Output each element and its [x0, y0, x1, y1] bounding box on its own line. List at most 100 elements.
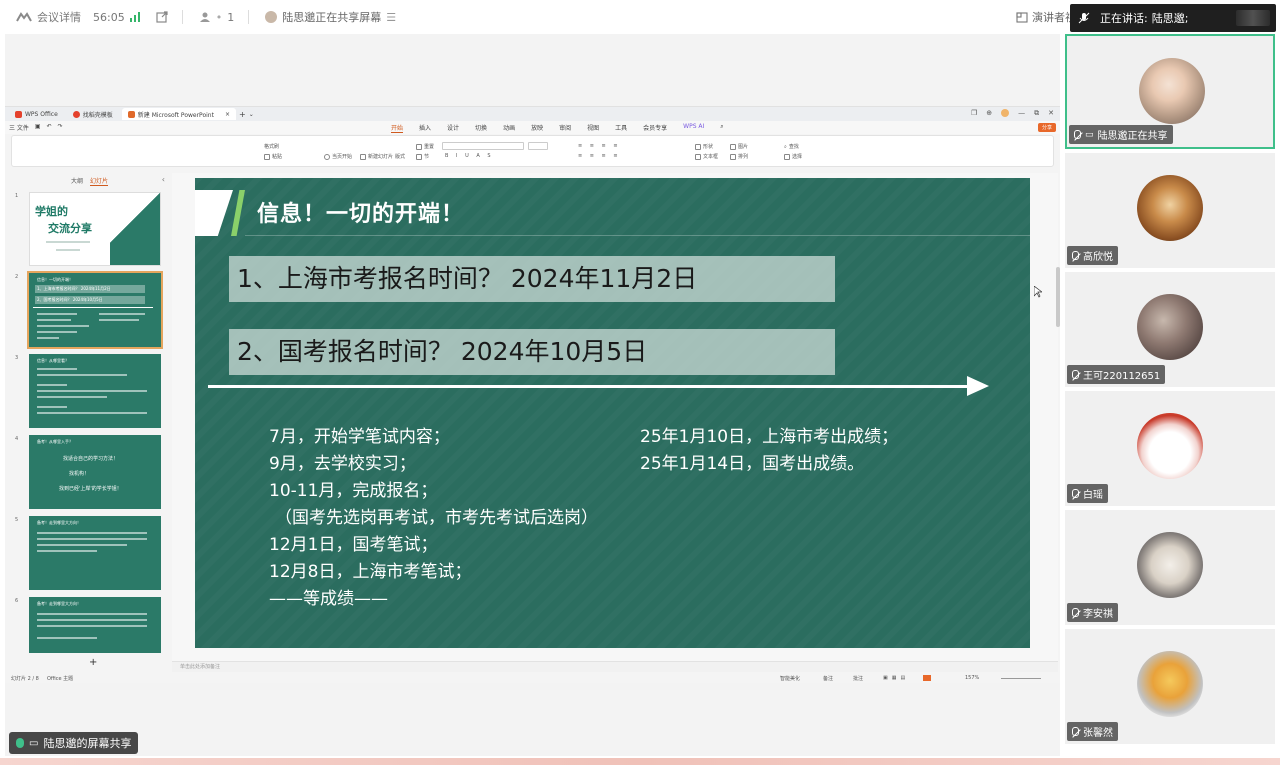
- docer-logo-icon: [72, 110, 80, 118]
- presenter-view-icon: [1016, 11, 1028, 23]
- menu-tab-wps-ai[interactable]: WPS AI: [683, 123, 704, 133]
- popout-button[interactable]: [156, 11, 168, 23]
- paste-button[interactable]: 粘贴: [264, 153, 282, 160]
- meeting-details-button[interactable]: 会议详情: [16, 9, 81, 25]
- reset-button[interactable]: 重置: [416, 143, 434, 150]
- cat-girl-avatar: [1139, 58, 1205, 124]
- add-slide-icon[interactable]: +: [89, 657, 97, 668]
- menu-tab-slideshow[interactable]: 放映: [531, 123, 543, 133]
- participant-card[interactable]: 李安祺: [1065, 510, 1275, 625]
- menu-tab-view[interactable]: 视图: [587, 123, 599, 133]
- tab-new-powerpoint[interactable]: 新建 Microsoft PowerPoint ×: [121, 108, 236, 120]
- menu-tab-insert[interactable]: 插入: [419, 123, 431, 133]
- window-restore-icon[interactable]: ❐: [971, 109, 977, 118]
- main-slide[interactable]: 信息！一切的开端！ 1、上海市考报名时间？ 2024年11月2日 2、国考报名时…: [195, 178, 1030, 648]
- participants-button[interactable]: • 1: [199, 11, 234, 24]
- avatar-icon[interactable]: [1001, 109, 1010, 117]
- close-icon[interactable]: ✕: [1048, 109, 1054, 118]
- tab-wps-office[interactable]: WPS Office: [9, 108, 64, 120]
- menu-tab-member[interactable]: 会员专享: [643, 123, 667, 133]
- textbox-icon: [695, 153, 701, 160]
- notes-toggle-button[interactable]: 备注: [823, 675, 833, 682]
- slide-thumbnail-6[interactable]: 备考！走到哪里大方向！: [29, 597, 161, 653]
- file-menu-button[interactable]: 三 文件: [9, 123, 29, 132]
- theme-name: Office 主题: [47, 676, 74, 682]
- slide-thumbnail-4[interactable]: 备考！从哪里入手？ 找适合自己的学习方法！ 找机构！ 找到已经'上岸'的学长学姐…: [29, 435, 161, 509]
- participant-card[interactable]: ▭ 陆思邈正在共享: [1065, 34, 1275, 149]
- timeline-arrow-line: [208, 385, 970, 388]
- new-tab-icon[interactable]: +: [239, 110, 246, 119]
- slide-thumbnail-3[interactable]: 信息！从哪里看？: [29, 354, 161, 428]
- sharer-avatar-icon: [265, 11, 278, 23]
- undo-icon[interactable]: ↶: [47, 123, 52, 132]
- presenter-view-button[interactable]: 演讲者视: [1016, 9, 1076, 25]
- new-slide-button[interactable]: 新建幻灯片: [360, 153, 393, 160]
- select-label: 选择: [792, 154, 803, 160]
- share-button[interactable]: 分享: [1037, 123, 1056, 132]
- slide-thumbnail-5[interactable]: 备考！走到哪里大方向！: [29, 516, 161, 590]
- shape-button[interactable]: 形状: [695, 143, 713, 150]
- minimize-icon[interactable]: —: [1018, 109, 1025, 118]
- view-mode-icons[interactable]: ▣▦▤: [883, 675, 909, 681]
- chevron-down-icon[interactable]: ⌄: [249, 111, 254, 118]
- section-button[interactable]: 节: [416, 153, 429, 160]
- slide-thumbnail-2[interactable]: 信息！一切的开端！ 1、上海市考报名时间？ 2024年11月2日 2、国考报名时…: [27, 271, 163, 349]
- thumb-placeholder-line: [37, 396, 107, 398]
- menu-tab-transition[interactable]: 切换: [475, 123, 487, 133]
- slideshow-play-icon[interactable]: [923, 675, 931, 681]
- image-button[interactable]: 图片: [730, 143, 748, 150]
- menu-tab-home[interactable]: 开始: [391, 123, 404, 133]
- menu-tab-animation[interactable]: 动画: [503, 123, 515, 133]
- thumb-placeholder-line: [99, 319, 139, 321]
- search-icon[interactable]: ⌕: [720, 123, 723, 133]
- zoom-slider[interactable]: [1001, 678, 1041, 679]
- layout-button[interactable]: 版式: [395, 153, 405, 160]
- participant-card[interactable]: 王可220112651: [1065, 272, 1275, 387]
- smart-beautify-button[interactable]: 智能美化: [780, 675, 800, 682]
- paragraph-buttons[interactable]: ≡ ≡ ≡ ≡: [578, 143, 621, 149]
- thumb-number: 3: [15, 355, 19, 361]
- tab-outline[interactable]: 大纲: [71, 176, 83, 186]
- layout-label: 版式: [395, 154, 406, 160]
- settings-icon[interactable]: ⊕: [986, 109, 992, 118]
- participant-card[interactable]: 张馨然: [1065, 629, 1275, 744]
- save-icon[interactable]: ▣: [35, 123, 41, 132]
- align-buttons[interactable]: ≡ ≡ ≡ ≡: [578, 153, 621, 159]
- tab-template[interactable]: 找稻壳模板: [67, 108, 119, 120]
- participant-name: 王可220112651: [1083, 371, 1161, 382]
- image-label: 图片: [738, 144, 749, 150]
- thumb-placeholder-line: [37, 337, 59, 339]
- thumb-placeholder-line: [37, 319, 71, 321]
- tab-close-icon[interactable]: ×: [225, 111, 230, 118]
- timeline-left-item: 12月8日，上海市考笔试；: [269, 562, 472, 582]
- font-name-dropdown[interactable]: [442, 142, 524, 150]
- popout-icon: [156, 11, 168, 23]
- menu-tab-design[interactable]: 设计: [447, 123, 459, 133]
- font-style-buttons[interactable]: B I U A S: [445, 153, 494, 159]
- menu-tab-tools[interactable]: 工具: [615, 123, 627, 133]
- arrange-button[interactable]: 排列: [730, 153, 748, 160]
- zoom-level[interactable]: 157%: [965, 675, 979, 681]
- thumb-placeholder-line: [37, 625, 147, 627]
- meeting-timer: 56:05: [93, 11, 142, 24]
- redo-icon[interactable]: ↷: [58, 123, 63, 132]
- participant-card[interactable]: 高欣悦: [1065, 153, 1275, 268]
- maximize-icon[interactable]: ⧉: [1034, 109, 1039, 118]
- slide-thumbnail-1[interactable]: 学姐的 交流分享: [29, 192, 161, 266]
- menu-tab-review[interactable]: 审阅: [559, 123, 571, 133]
- notes-pane[interactable]: 单击此处添加备注: [172, 661, 1058, 672]
- format-painter-button[interactable]: 格式刷: [264, 143, 279, 150]
- tab-slides[interactable]: 幻灯片: [90, 176, 109, 186]
- cartoon-avatar: [1137, 413, 1203, 479]
- select-button[interactable]: 选择: [784, 153, 802, 160]
- collapse-panel-icon[interactable]: ‹: [162, 175, 165, 184]
- comment-button[interactable]: 批注: [853, 675, 863, 682]
- textbox-button[interactable]: 文本框: [695, 153, 718, 160]
- font-size-dropdown[interactable]: [528, 142, 548, 150]
- sharing-status[interactable]: 陆思邈正在共享屏幕 ☰: [265, 9, 396, 25]
- vertical-scrollbar[interactable]: [1056, 267, 1060, 327]
- participant-card[interactable]: 白瑶: [1065, 391, 1275, 506]
- from-start-button[interactable]: 当页开始: [324, 153, 352, 160]
- find-button[interactable]: ⌕ 查找: [784, 143, 799, 151]
- section-label: 节: [424, 154, 430, 160]
